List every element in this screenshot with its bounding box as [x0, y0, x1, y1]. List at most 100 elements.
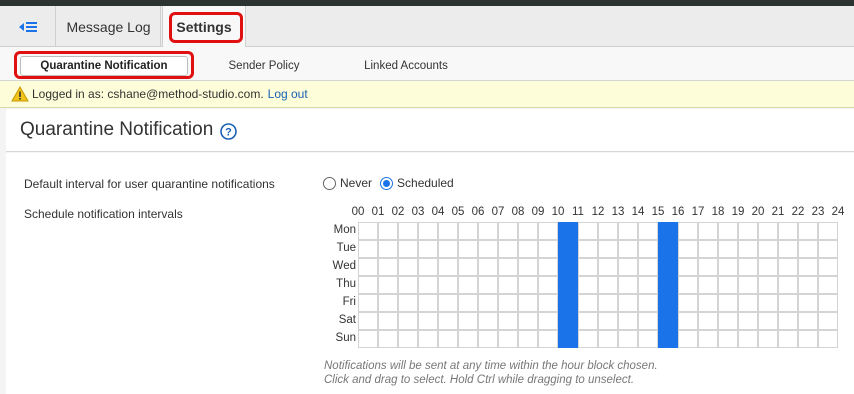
schedule-cell[interactable]: [478, 240, 498, 258]
subtab-sender-policy[interactable]: Sender Policy: [214, 57, 314, 75]
schedule-cell[interactable]: [458, 312, 478, 330]
schedule-cell[interactable]: [418, 294, 438, 312]
schedule-cell[interactable]: [718, 222, 738, 240]
schedule-cell[interactable]: [538, 276, 558, 294]
schedule-cell[interactable]: [418, 312, 438, 330]
schedule-cell[interactable]: [518, 276, 538, 294]
schedule-cell[interactable]: [818, 312, 838, 330]
schedule-cell[interactable]: [358, 312, 378, 330]
radio-scheduled-button[interactable]: [380, 176, 394, 190]
schedule-cell[interactable]: [498, 330, 518, 348]
schedule-cell[interactable]: [558, 240, 578, 258]
schedule-cell[interactable]: [478, 330, 498, 348]
schedule-cell[interactable]: [758, 294, 778, 312]
schedule-cell[interactable]: [398, 258, 418, 276]
schedule-cell[interactable]: [758, 258, 778, 276]
schedule-cell[interactable]: [638, 312, 658, 330]
schedule-cell[interactable]: [518, 330, 538, 348]
tab-message-log[interactable]: Message Log: [57, 6, 161, 47]
schedule-cell[interactable]: [658, 258, 678, 276]
schedule-cell[interactable]: [618, 240, 638, 258]
schedule-cell[interactable]: [598, 312, 618, 330]
schedule-cell[interactable]: [378, 222, 398, 240]
schedule-cell[interactable]: [438, 276, 458, 294]
schedule-cell[interactable]: [598, 240, 618, 258]
schedule-cell[interactable]: [438, 330, 458, 348]
schedule-cell[interactable]: [498, 312, 518, 330]
schedule-cell[interactable]: [478, 222, 498, 240]
schedule-cell[interactable]: [458, 222, 478, 240]
schedule-cell[interactable]: [678, 330, 698, 348]
schedule-cell[interactable]: [538, 330, 558, 348]
schedule-cell[interactable]: [438, 222, 458, 240]
schedule-cell[interactable]: [798, 258, 818, 276]
schedule-cell[interactable]: [378, 330, 398, 348]
schedule-cell[interactable]: [578, 222, 598, 240]
schedule-cell[interactable]: [478, 276, 498, 294]
schedule-cell[interactable]: [798, 240, 818, 258]
schedule-cell[interactable]: [518, 294, 538, 312]
schedule-cell[interactable]: [738, 240, 758, 258]
schedule-cell[interactable]: [698, 258, 718, 276]
radio-scheduled[interactable]: Scheduled: [380, 176, 454, 190]
schedule-cell[interactable]: [778, 276, 798, 294]
schedule-cell[interactable]: [818, 294, 838, 312]
schedule-cell[interactable]: [358, 222, 378, 240]
schedule-cell[interactable]: [638, 240, 658, 258]
schedule-cell[interactable]: [538, 312, 558, 330]
schedule-cell[interactable]: [538, 240, 558, 258]
schedule-cell[interactable]: [418, 240, 438, 258]
schedule-cell[interactable]: [498, 276, 518, 294]
schedule-cell[interactable]: [778, 294, 798, 312]
schedule-cell[interactable]: [398, 222, 418, 240]
schedule-cell[interactable]: [798, 276, 818, 294]
schedule-cell[interactable]: [398, 276, 418, 294]
schedule-cell[interactable]: [758, 330, 778, 348]
schedule-cell[interactable]: [658, 330, 678, 348]
schedule-cell[interactable]: [538, 258, 558, 276]
schedule-cell[interactable]: [458, 258, 478, 276]
schedule-cell[interactable]: [618, 222, 638, 240]
schedule-cell[interactable]: [558, 258, 578, 276]
schedule-cell[interactable]: [658, 276, 678, 294]
schedule-cell[interactable]: [638, 258, 658, 276]
schedule-cell[interactable]: [818, 240, 838, 258]
schedule-cell[interactable]: [598, 330, 618, 348]
schedule-cell[interactable]: [618, 258, 638, 276]
schedule-cell[interactable]: [798, 222, 818, 240]
schedule-cell[interactable]: [738, 222, 758, 240]
schedule-cell[interactable]: [398, 294, 418, 312]
schedule-cell[interactable]: [418, 258, 438, 276]
schedule-cell[interactable]: [538, 222, 558, 240]
radio-never-button[interactable]: [323, 176, 336, 190]
schedule-cell[interactable]: [718, 294, 738, 312]
schedule-cell[interactable]: [698, 276, 718, 294]
schedule-cell[interactable]: [538, 294, 558, 312]
schedule-cell[interactable]: [718, 240, 738, 258]
schedule-cell[interactable]: [438, 294, 458, 312]
schedule-cell[interactable]: [358, 240, 378, 258]
schedule-cell[interactable]: [678, 258, 698, 276]
schedule-cell[interactable]: [498, 258, 518, 276]
schedule-cell[interactable]: [378, 240, 398, 258]
schedule-cell[interactable]: [698, 240, 718, 258]
schedule-cell[interactable]: [618, 276, 638, 294]
schedule-cell[interactable]: [378, 276, 398, 294]
schedule-cell[interactable]: [638, 276, 658, 294]
schedule-cell[interactable]: [478, 312, 498, 330]
schedule-cell[interactable]: [418, 276, 438, 294]
subtab-quarantine-notification[interactable]: Quarantine Notification: [20, 56, 188, 76]
schedule-cell[interactable]: [678, 312, 698, 330]
schedule-cell[interactable]: [658, 294, 678, 312]
schedule-cell[interactable]: [598, 222, 618, 240]
schedule-cell[interactable]: [698, 312, 718, 330]
tab-settings[interactable]: Settings: [162, 6, 246, 48]
schedule-cell[interactable]: [458, 330, 478, 348]
schedule-cell[interactable]: [598, 294, 618, 312]
schedule-cell[interactable]: [778, 312, 798, 330]
schedule-cell[interactable]: [718, 258, 738, 276]
schedule-cell[interactable]: [578, 240, 598, 258]
schedule-cell[interactable]: [498, 240, 518, 258]
schedule-cell[interactable]: [778, 222, 798, 240]
schedule-cell[interactable]: [718, 330, 738, 348]
